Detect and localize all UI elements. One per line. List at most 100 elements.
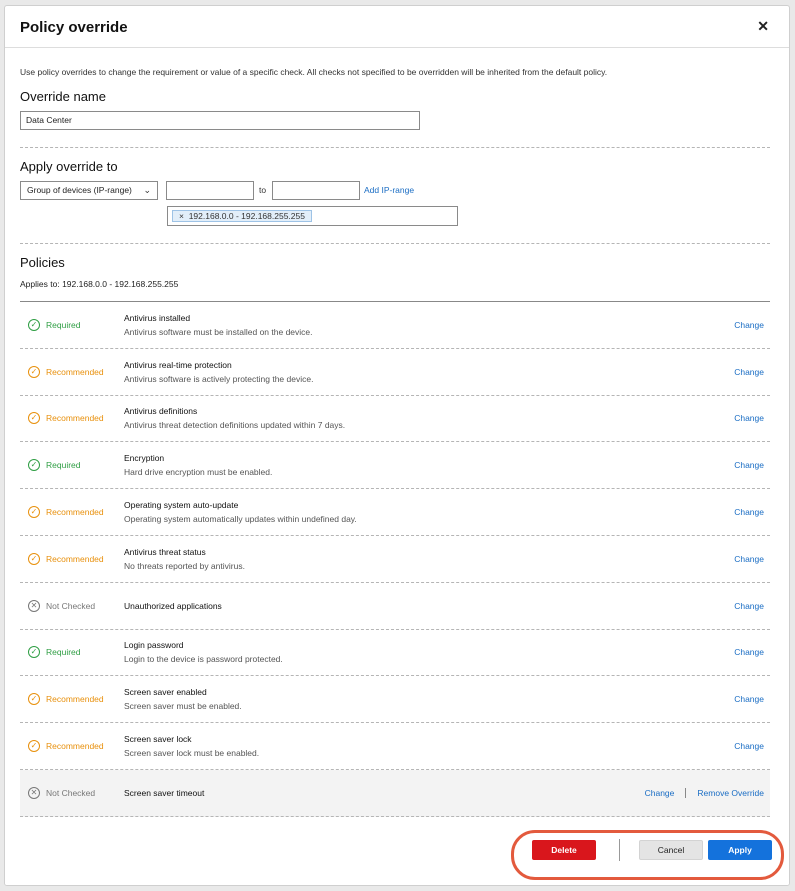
- policy-info: Antivirus installed Antivirus software mu…: [124, 302, 313, 348]
- status-badge: ✓Recommended: [28, 349, 104, 395]
- check-circle-icon: ✓: [28, 552, 40, 565]
- policy-row: ✓ Required Antivirus installed Antivirus so…: [20, 302, 770, 349]
- policy-info: Screen saver lock Screen saver lock must …: [124, 723, 259, 769]
- policy-info: Antivirus real-time protection Antivirus …: [124, 349, 313, 395]
- applies-to-label: Applies to:: [20, 279, 60, 289]
- policy-row: ✓ Recommended Antivirus definitions Antivir…: [20, 396, 770, 443]
- policy-override-dialog: Policy override ✕ Use policy overrides t…: [4, 5, 790, 886]
- row-actions: Change: [734, 676, 764, 722]
- status-badge: ✓ Recommended: [28, 723, 104, 769]
- change-link[interactable]: Change: [734, 647, 764, 657]
- policy-row: ✓ Required Login password Login to the devi…: [20, 630, 770, 677]
- row-actions: Change: [734, 630, 764, 676]
- apply-override-heading: Apply override to: [20, 159, 118, 174]
- range-to-label: to: [259, 185, 267, 195]
- row-actions: Change: [734, 349, 764, 395]
- status-badge: ✓Recommended: [28, 489, 104, 535]
- policy-info: Antivirus definitions Antivirus threat de…: [124, 396, 345, 442]
- action-divider: [685, 787, 687, 798]
- status-label: Required: [46, 460, 81, 471]
- add-ip-range-link[interactable]: Add IP-range: [364, 185, 414, 195]
- policy-info: Screen saver enabled Screen saver must be…: [124, 676, 242, 722]
- policy-info: Operating system auto-update Operating sy…: [124, 489, 357, 535]
- change-link[interactable]: Change: [734, 413, 764, 423]
- status-badge: ✓ Required: [28, 630, 81, 676]
- section-divider: [20, 243, 770, 244]
- policy-name: Encryption: [124, 453, 165, 464]
- status-label: Recommended: [46, 694, 104, 705]
- policy-row: ✓ Recommended Operating system auto-update…: [20, 489, 770, 536]
- policy-row: ✕ Not Checked Unauthorized applications Cha…: [20, 583, 770, 630]
- status-badge: ✕ Not Checked: [28, 583, 95, 629]
- override-name-heading: Override name: [20, 89, 106, 104]
- remove-chip-icon[interactable]: ×: [179, 211, 184, 221]
- policy-row: ✓ Required Encryption Hard drive encryption…: [20, 442, 770, 490]
- ip-range-to-input[interactable]: [272, 181, 360, 200]
- change-link[interactable]: Change: [734, 320, 764, 330]
- policy-description: Hard drive encryption must be enabled.: [124, 467, 273, 478]
- policy-info: Antivirus threat status No threats report…: [124, 536, 245, 582]
- apply-button[interactable]: Apply: [708, 840, 772, 860]
- policy-description: Screen saver lock must be enabled.: [124, 748, 260, 759]
- change-link[interactable]: Change: [734, 507, 764, 517]
- chip-label: 192.168.0.0 - 192.168.255.255: [188, 211, 305, 221]
- row-actions: Change: [734, 817, 764, 833]
- policy-name: Antivirus installed: [124, 312, 191, 323]
- applies-to: Applies to: 192.168.0.0 - 192.168.255.25…: [20, 279, 178, 289]
- ip-range-chip-list: × 192.168.0.0 - 192.168.255.255: [167, 206, 458, 226]
- target-type-select[interactable]: Group of devices (IP-range) ⌄: [20, 181, 158, 200]
- dialog-title: Policy override: [20, 19, 128, 36]
- dialog-footer: Delete Cancel Apply: [5, 833, 789, 885]
- delete-button[interactable]: Delete: [532, 840, 596, 860]
- check-circle-icon: ✓: [28, 740, 40, 753]
- policy-row: ✓ Recommended Antivirus threat status No th…: [20, 536, 770, 583]
- policy-name: Antivirus threat status: [124, 546, 206, 557]
- row-actions: Change: [734, 536, 764, 582]
- override-name-input[interactable]: Data Center: [20, 111, 420, 130]
- status-badge: ✓Recommended: [28, 817, 104, 833]
- chevron-down-icon: ⌄: [143, 185, 151, 195]
- row-actions: Change: [734, 583, 764, 629]
- policy-info: Screen saver timeout: [124, 770, 204, 816]
- section-divider: [20, 147, 770, 148]
- policy-name: Antivirus real-time protection: [124, 359, 232, 370]
- status-label: Recommended: [46, 741, 104, 752]
- row-actions: Change: [734, 442, 764, 488]
- policy-row: ✓ Recommended Screen saver lock Screen save…: [20, 723, 770, 770]
- policy-description: Antivirus software is actively protectin…: [124, 373, 314, 384]
- target-type-value: Group of devices (IP-range): [27, 185, 132, 195]
- change-link[interactable]: Change: [645, 788, 675, 798]
- ip-range-chip: × 192.168.0.0 - 192.168.255.255: [172, 210, 312, 222]
- check-circle-icon: ✓: [28, 646, 40, 659]
- change-link[interactable]: Change: [734, 554, 764, 564]
- dialog-description: Use policy overrides to change the requi…: [20, 67, 608, 77]
- policy-description: Antivirus software must be installed on …: [124, 326, 313, 337]
- policy-name: Unauthorized applications: [124, 600, 222, 611]
- policy-row: ✕ Not Checked Screen saver timeout Change Re…: [20, 769, 770, 817]
- policy-info: Unauthorized applications: [124, 583, 222, 629]
- policy-name: Screen saver timeout: [124, 787, 205, 798]
- change-link[interactable]: Change: [734, 741, 764, 751]
- change-link[interactable]: Change: [734, 694, 764, 704]
- remove-override-link[interactable]: Remove Override: [697, 788, 764, 798]
- status-label: Not Checked: [46, 600, 96, 611]
- status-label: Recommended: [46, 366, 104, 377]
- policy-row: ✓Recommended Firewall Change: [20, 817, 770, 833]
- change-link[interactable]: Change: [734, 367, 764, 377]
- close-icon[interactable]: ✕: [757, 19, 769, 33]
- change-link[interactable]: Change: [734, 601, 764, 611]
- applies-to-value: 192.168.0.0 - 192.168.255.255: [62, 279, 179, 289]
- cancel-button[interactable]: Cancel: [639, 840, 703, 860]
- status-badge: ✓Recommended: [28, 396, 104, 442]
- row-actions: Change: [734, 396, 764, 442]
- change-link[interactable]: Change: [734, 460, 764, 470]
- dialog-header: Policy override ✕: [5, 6, 789, 48]
- status-label: Required: [46, 319, 81, 330]
- status-badge: ✓ Required: [28, 442, 81, 488]
- status-label: Recommended: [46, 413, 104, 424]
- policies-table: ✓ Required Antivirus installed Antivirus so…: [20, 302, 770, 833]
- ip-range-from-input[interactable]: [166, 181, 254, 200]
- row-actions: Change Remove Override: [645, 770, 764, 816]
- policy-name: Login password: [124, 640, 184, 651]
- status-badge: ✓Recommended: [28, 676, 104, 722]
